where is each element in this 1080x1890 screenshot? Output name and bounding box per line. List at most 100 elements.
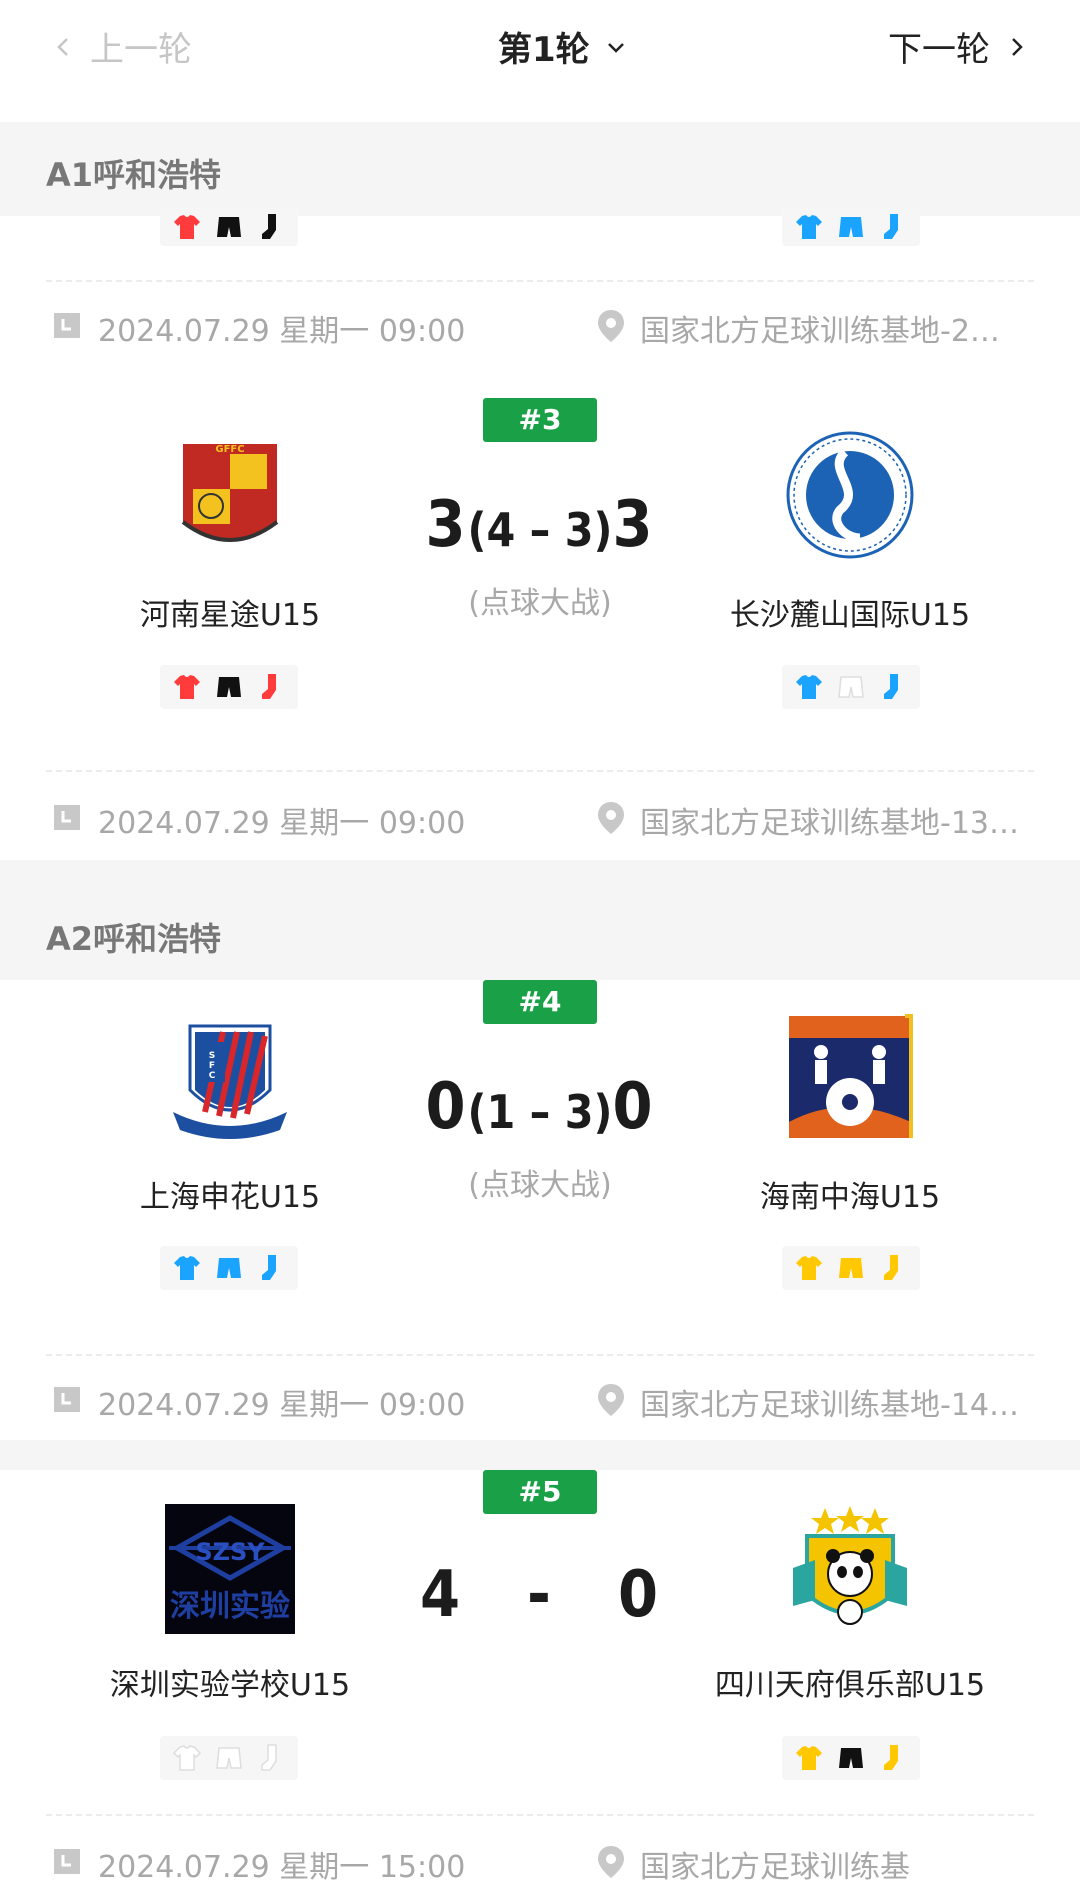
- penalty-close-paren: ): [593, 1085, 613, 1139]
- svg-text:C: C: [209, 1071, 216, 1081]
- score: 3(4 – 3)3: [420, 488, 660, 562]
- next-round-button[interactable]: 下一轮: [888, 22, 1028, 71]
- away-kit: [782, 665, 920, 709]
- match-meta: 2024.07.29 星期一 09:00 国家北方足球训练基地-2…: [46, 304, 1036, 349]
- location-pin-icon: [598, 1846, 624, 1878]
- home-team-name[interactable]: 上海申花U15: [20, 1172, 440, 1216]
- calendar-icon: [54, 805, 80, 830]
- score: 4 - 0: [420, 1558, 660, 1632]
- away-score: 3: [612, 488, 655, 562]
- chevron-left-icon: [57, 37, 68, 56]
- divider: [46, 280, 1034, 282]
- penalty-dash: –: [515, 1085, 565, 1139]
- logo-text: SZSY: [195, 1538, 265, 1566]
- round-navigation: 上一轮 第1轮 下一轮: [0, 0, 1080, 100]
- jersey-icon: [174, 675, 200, 699]
- home-score: 0: [425, 1070, 468, 1144]
- next-round-label: 下一轮: [888, 30, 990, 70]
- away-kit: [782, 1246, 920, 1290]
- away-team-name[interactable]: 长沙麓山国际U15: [640, 590, 1060, 634]
- sock-icon: [262, 674, 276, 699]
- sock-icon: [884, 1255, 898, 1280]
- match-number-badge: #5: [483, 1470, 597, 1514]
- team-logo-gffc[interactable]: GFFC: [165, 430, 295, 560]
- sock-icon: [884, 214, 898, 239]
- svg-text:GFFC: GFFC: [215, 444, 244, 455]
- calendar-icon: [54, 1387, 80, 1412]
- shorts-icon: [839, 1258, 863, 1278]
- svg-text:F: F: [209, 1061, 215, 1071]
- group-title: A2呼和浩特: [46, 920, 222, 958]
- shorts-icon: [839, 1748, 863, 1768]
- jersey-icon: [796, 1746, 822, 1770]
- home-score: 3: [425, 488, 468, 562]
- team-logo-tianfu-panda[interactable]: [785, 1504, 915, 1634]
- match-datetime: 2024.07.29 星期一 09:00: [98, 1388, 466, 1423]
- score: 0(1 – 3)0: [420, 1070, 660, 1144]
- home-kit: [160, 665, 298, 709]
- match-location: 国家北方足球训练基地-2…: [640, 314, 1000, 349]
- sock-icon: [262, 1255, 276, 1280]
- shorts-icon: [217, 677, 241, 697]
- team-logo-shenhua[interactable]: S F C: [165, 1012, 295, 1142]
- shorts-icon: [217, 1258, 241, 1278]
- calendar-icon: [54, 313, 80, 338]
- away-score: 0: [617, 1558, 660, 1632]
- jersey-icon: [796, 1256, 822, 1280]
- sock-icon: [261, 1744, 277, 1771]
- calendar-icon: [54, 1849, 80, 1874]
- sock-icon: [262, 214, 276, 239]
- sock-icon: [884, 674, 898, 699]
- away-kit: [782, 208, 920, 246]
- group-header-a1: A1呼和浩特: [0, 122, 1080, 216]
- team-logo-szsy[interactable]: SZSY 深圳实验: [165, 1504, 295, 1634]
- divider: [46, 1354, 1034, 1356]
- home-team-name[interactable]: 河南星途U15: [20, 590, 440, 634]
- sock-icon: [884, 1745, 898, 1770]
- logo-subtext: 深圳实验: [170, 1589, 290, 1624]
- penalty-dash: –: [515, 503, 565, 557]
- svg-text:S: S: [209, 1051, 215, 1061]
- round-selector[interactable]: 第1轮: [498, 22, 628, 71]
- away-score: 0: [612, 1070, 655, 1144]
- away-penalty-score: 3: [564, 503, 594, 557]
- home-kit: [160, 1246, 298, 1290]
- penalty-open-paren: (: [467, 503, 487, 557]
- team-logo-zhonghai[interactable]: [785, 1012, 915, 1142]
- divider: [46, 770, 1034, 772]
- home-kit: [160, 1736, 298, 1780]
- prev-round-button[interactable]: 上一轮: [52, 22, 192, 71]
- shorts-icon: [217, 217, 241, 237]
- penalty-close-paren: ): [593, 503, 613, 557]
- section-separator: [0, 1440, 1080, 1470]
- away-team-name[interactable]: 海南中海U15: [640, 1172, 1060, 1216]
- match-number-badge: #3: [483, 398, 597, 442]
- team-logo-lushan[interactable]: [785, 430, 915, 560]
- penalty-shootout-label: (点球大战): [468, 586, 612, 621]
- divider: [46, 1814, 1034, 1816]
- match-datetime: 2024.07.29 星期一 09:00: [98, 314, 466, 349]
- group-title: A1呼和浩特: [46, 156, 222, 194]
- away-kit: [782, 1736, 920, 1780]
- location-pin-icon: [598, 1384, 624, 1416]
- match-meta: 2024.07.29 星期一 15:00 国家北方足球训练基: [46, 1840, 1036, 1885]
- home-penalty-score: 4: [486, 503, 516, 557]
- match-datetime: 2024.07.29 星期一 09:00: [98, 806, 466, 841]
- match-location: 国家北方足球训练基地-14…: [640, 1388, 1019, 1423]
- round-label: 第1轮: [498, 30, 590, 70]
- chevron-down-icon: [607, 42, 624, 53]
- penalty-shootout-label: (点球大战): [468, 1168, 612, 1203]
- home-kit: [160, 208, 298, 246]
- home-score: 4: [420, 1558, 463, 1632]
- shorts-icon: [216, 1747, 242, 1769]
- penalty-open-paren: (: [467, 1085, 487, 1139]
- match-location: 国家北方足球训练基地-13…: [640, 806, 1019, 841]
- match-datetime: 2024.07.29 星期一 15:00: [98, 1850, 466, 1885]
- away-team-name[interactable]: 四川天府俱乐部U15: [640, 1660, 1060, 1704]
- home-team-name[interactable]: 深圳实验学校U15: [20, 1660, 440, 1704]
- match-location: 国家北方足球训练基: [640, 1850, 910, 1885]
- match-number-badge: #4: [483, 980, 597, 1024]
- match-meta: 2024.07.29 星期一 09:00 国家北方足球训练基地-13…: [46, 796, 1036, 841]
- prev-round-label: 上一轮: [90, 30, 192, 70]
- location-pin-icon: [598, 802, 624, 834]
